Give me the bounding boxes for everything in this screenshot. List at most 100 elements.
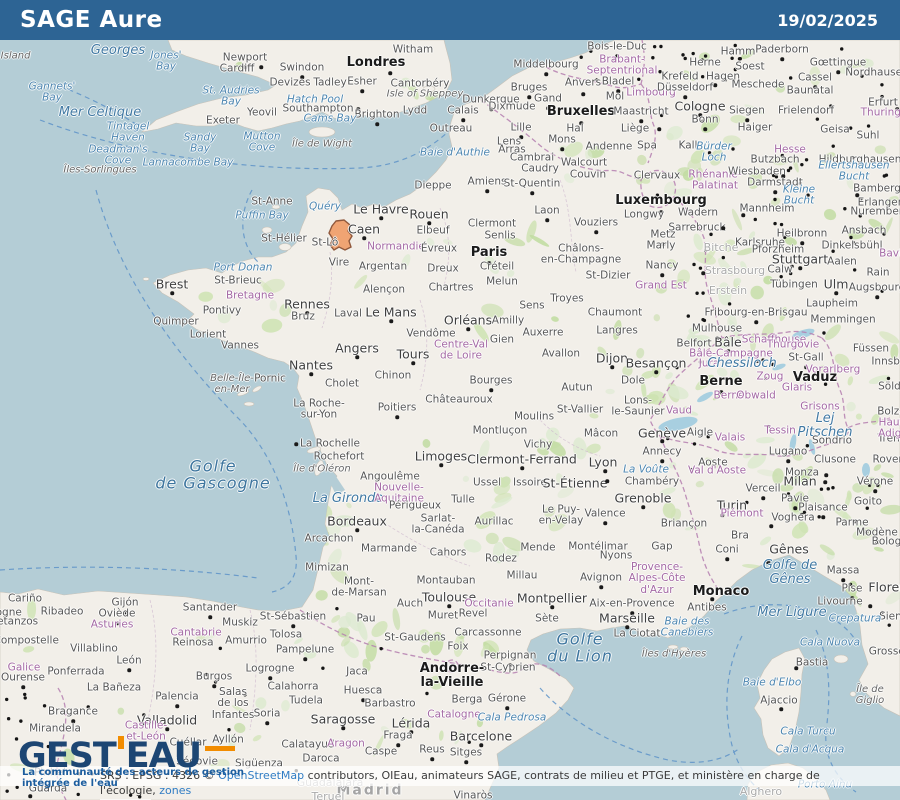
city-dot: [860, 74, 864, 78]
city-dot: [42, 704, 47, 708]
island-guernsey: [261, 226, 273, 234]
city-dot: [706, 435, 710, 439]
city-dot: [595, 78, 599, 82]
city-dot: [773, 197, 777, 202]
city-dot: [686, 314, 690, 318]
city-dot: [683, 56, 687, 61]
city-dot: [882, 232, 886, 236]
city-dot: [737, 57, 742, 61]
city-dot: [804, 158, 809, 162]
city-dot: [733, 43, 737, 48]
island-giglio: [849, 691, 857, 697]
city-dot: [806, 193, 810, 197]
city-dot: [799, 512, 804, 517]
city-dot: [852, 268, 857, 272]
city-dot: [783, 235, 787, 239]
city-dot: [789, 76, 793, 80]
city-dot: [692, 442, 697, 446]
city-dot: [786, 492, 791, 496]
island-wight: [308, 126, 336, 138]
city-dot: [243, 693, 247, 697]
city-dot: [658, 69, 662, 74]
city-dot: [681, 53, 685, 57]
city-dot: [218, 646, 223, 651]
city-dot: [19, 719, 23, 723]
city-dot: [227, 728, 231, 732]
city-dot: [723, 78, 728, 82]
city-dot: [829, 104, 833, 108]
island-scilly: [85, 164, 93, 170]
city-dot: [848, 126, 853, 130]
city-dot: [849, 235, 853, 240]
city-dot: [701, 119, 705, 124]
city-dot: [76, 792, 80, 797]
city-dot: [652, 44, 657, 49]
city-dot: [613, 58, 617, 63]
city-dot: [655, 193, 660, 197]
gesteau-tagline: La communauté des acteurs de gestion int…: [22, 767, 244, 789]
city-dot: [771, 362, 775, 367]
header-bar: SAGE Aure 19/02/2025: [0, 0, 900, 40]
city-dot: [786, 168, 791, 173]
city-dot: [5, 789, 9, 793]
city-dot: [884, 173, 889, 177]
city-dot: [6, 717, 11, 721]
city-dot: [850, 155, 855, 160]
forest-patch: [333, 515, 355, 527]
header-date: 19/02/2025: [777, 10, 878, 30]
city-dot: [703, 248, 708, 253]
city-dot: [880, 94, 884, 99]
city-dot: [467, 740, 471, 744]
city-dot: [779, 274, 783, 279]
city-dot: [23, 696, 27, 700]
city-dot: [637, 77, 641, 81]
city-dot: [651, 56, 655, 60]
city-dot: [689, 467, 693, 472]
city-dot: [817, 515, 821, 519]
logo-apostrophe-icon: [117, 736, 124, 749]
city-dot: [142, 713, 146, 717]
city-dot: [773, 221, 777, 226]
city-dot: [691, 51, 695, 56]
city-dot: [880, 289, 884, 293]
city-dot: [852, 519, 857, 524]
city-dot: [335, 606, 339, 611]
city-dot: [700, 75, 705, 79]
city-dot: [800, 162, 804, 167]
city-dot: [766, 424, 771, 429]
island-hyeres-1: [667, 644, 679, 650]
sage-aure-area[interactable]: [328, 219, 353, 251]
city-dot: [745, 500, 749, 505]
city-dot: [675, 365, 679, 370]
city-dot: [851, 241, 856, 245]
city-dot: [23, 692, 27, 697]
page-title: SAGE Aure: [20, 7, 163, 33]
island-yeu: [243, 401, 255, 407]
city-dot: [876, 483, 880, 487]
city-dot: [866, 124, 871, 128]
island-alderney: [271, 204, 281, 210]
city-dot: [693, 105, 698, 110]
city-dot: [822, 331, 826, 335]
city-dot: [788, 271, 793, 276]
city-dot: [698, 360, 703, 364]
city-dot: [707, 151, 712, 155]
forest-patch: [750, 285, 764, 300]
city-dot: [843, 207, 847, 211]
city-dot: [886, 376, 891, 381]
city-dot: [730, 56, 734, 60]
city-dot: [815, 117, 820, 121]
map-canvas[interactable]: [0, 0, 900, 800]
island-jersey: [278, 243, 292, 251]
city-dot: [213, 680, 218, 684]
city-dot: [771, 173, 776, 178]
city-dot: [702, 318, 707, 323]
city-dot: [695, 291, 699, 295]
city-dot: [703, 54, 708, 58]
city-dot: [700, 58, 704, 62]
city-dot: [376, 686, 380, 691]
city-dot: [831, 249, 835, 253]
city-dot: [727, 302, 732, 306]
city-dot: [692, 262, 696, 267]
city-dot: [15, 785, 19, 789]
